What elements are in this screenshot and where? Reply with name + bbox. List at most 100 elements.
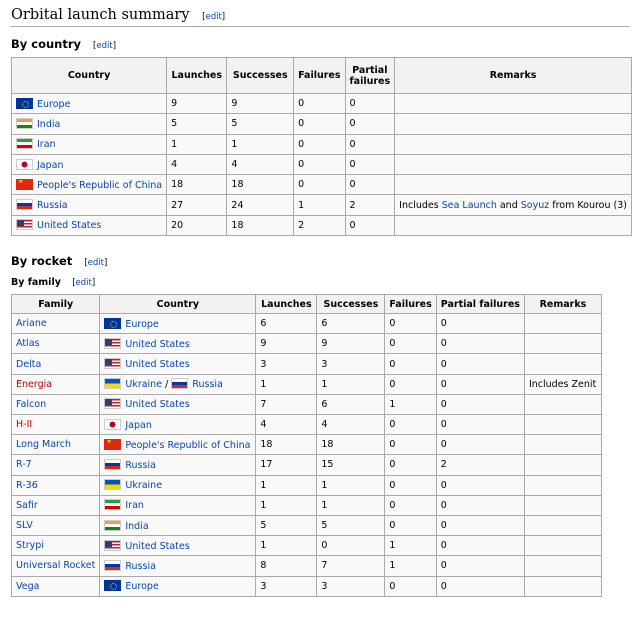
- family-link[interactable]: R-7: [16, 459, 32, 470]
- remarks-cell: [394, 133, 632, 155]
- country-cell: India: [99, 514, 257, 537]
- family-link[interactable]: R-36: [16, 480, 38, 491]
- table-row: Long March People's Republic of China 1818…: [10, 434, 602, 456]
- country-link[interactable]: United States: [125, 359, 189, 370]
- family-cell: Atlas: [10, 333, 101, 355]
- family-link[interactable]: Atlas: [16, 338, 39, 349]
- successes-cell: 3: [316, 575, 386, 597]
- flag-us-icon: [104, 358, 122, 370]
- flag-ua-icon: [104, 378, 122, 390]
- successes-cell: 1: [316, 474, 386, 496]
- family-link[interactable]: Delta: [16, 359, 41, 370]
- family-link[interactable]: Falcon: [16, 399, 46, 410]
- family-link[interactable]: Ariane: [16, 318, 47, 329]
- country-link[interactable]: India: [125, 521, 148, 532]
- country-link[interactable]: Ukraine: [125, 480, 162, 491]
- page-title: Orbital launch summary: [11, 7, 190, 23]
- failures-cell: 1: [384, 555, 437, 577]
- country-link[interactable]: Ukraine: [125, 379, 162, 390]
- remarks-cell: [523, 313, 602, 335]
- family-link[interactable]: SLV: [16, 520, 33, 531]
- soyuz-link[interactable]: Soyuz: [521, 200, 549, 211]
- family-link[interactable]: Vega: [16, 581, 39, 592]
- failures-cell: 0: [293, 174, 346, 196]
- table-row: Russia 27 24 1 2 Includes Sea Launch and Soyu…: [10, 194, 632, 216]
- partial-failures-cell: 0: [435, 555, 525, 577]
- country-link[interactable]: People's Republic of China: [37, 180, 162, 191]
- country-link[interactable]: India: [37, 119, 60, 130]
- family-table-header: Family Country Launches Successes Failur…: [10, 294, 602, 315]
- family-link[interactable]: Safir: [16, 500, 38, 511]
- partial-failures-cell: 0: [435, 494, 525, 516]
- remarks-cell: Includes Sea Launch and Soyuz from Kouro…: [394, 194, 632, 216]
- edit-link[interactable]: edit: [96, 41, 112, 51]
- launches-cell: 5: [166, 113, 228, 135]
- table-row: Strypi United States 1 0 1 0: [10, 535, 602, 557]
- edit-link[interactable]: edit: [88, 258, 104, 268]
- country-link[interactable]: Iran: [37, 139, 56, 150]
- successes-cell: 5: [226, 113, 295, 135]
- family-cell: Long March: [10, 434, 101, 456]
- country-link[interactable]: Europe: [37, 99, 70, 110]
- failures-cell: 0: [384, 474, 437, 496]
- family-link[interactable]: Universal Rocket: [16, 560, 95, 571]
- flag-eu-icon: [16, 97, 33, 109]
- sea-launch-link[interactable]: Sea Launch: [442, 200, 497, 211]
- family-cell: Universal Rocket: [10, 555, 101, 577]
- country-link[interactable]: People's Republic of China: [125, 440, 250, 451]
- country-link[interactable]: Russia: [125, 460, 156, 471]
- country-link[interactable]: United States: [125, 399, 189, 410]
- table-row: Japan 4 4 0 0: [10, 153, 632, 176]
- by-country-title: By country: [11, 37, 82, 51]
- partial-failures-cell: 0: [344, 174, 396, 196]
- country-link[interactable]: Russia: [125, 561, 156, 572]
- remarks-cell: [523, 333, 602, 355]
- edit-link[interactable]: edit: [76, 278, 92, 288]
- country-link[interactable]: United States: [125, 541, 189, 552]
- launches-cell: 17: [255, 454, 318, 476]
- successes-cell: 6: [316, 313, 386, 335]
- col-header-successes: Successes: [316, 294, 386, 315]
- country-cell: People's Republic of China: [10, 174, 168, 196]
- country-link[interactable]: Russia: [37, 200, 68, 211]
- country-link[interactable]: Europe: [125, 319, 158, 330]
- launches-cell: 8: [255, 555, 318, 577]
- section-heading-orbital-launch-summary: Orbital launch summary [edit]: [11, 5, 629, 27]
- flag-in-icon: [16, 117, 33, 129]
- launches-cell: 6: [255, 313, 318, 335]
- col-header-partial-failures: Partial failures: [344, 57, 396, 94]
- family-cell: Energia: [10, 373, 101, 395]
- family-link[interactable]: H-II: [16, 419, 32, 430]
- failures-cell: 0: [384, 313, 437, 335]
- partial-failures-cell: 2: [344, 194, 396, 216]
- country-link[interactable]: Europe: [125, 581, 158, 592]
- col-header-failures: Failures: [384, 294, 437, 315]
- failures-cell: 1: [384, 393, 437, 416]
- country-link[interactable]: Japan: [37, 160, 64, 171]
- remarks-cell: [523, 535, 602, 557]
- family-link[interactable]: Strypi: [16, 540, 44, 551]
- edit-link[interactable]: edit: [205, 12, 221, 22]
- failures-cell: 0: [293, 92, 346, 115]
- failures-cell: 0: [384, 575, 437, 597]
- country-link[interactable]: United States: [125, 339, 189, 350]
- flag-us-icon: [104, 539, 122, 551]
- family-cell: Strypi: [10, 535, 101, 557]
- country-link[interactable]: Russia: [192, 379, 223, 390]
- family-link[interactable]: Long March: [16, 439, 71, 450]
- country-link[interactable]: Iran: [125, 500, 144, 511]
- country-link[interactable]: United States: [37, 220, 101, 231]
- flag-us-icon: [104, 398, 122, 410]
- failures-cell: 0: [384, 414, 437, 436]
- country-cell: United States: [99, 393, 257, 416]
- failures-cell: 0: [384, 333, 437, 355]
- flag-ru-icon: [171, 378, 189, 390]
- partial-failures-cell: 0: [435, 393, 525, 416]
- partial-failures-cell: 0: [435, 373, 525, 395]
- family-link[interactable]: Energia: [16, 379, 52, 390]
- country-link[interactable]: Japan: [125, 420, 152, 431]
- partial-failures-cell: 0: [344, 133, 396, 155]
- table-row: R-7 Russia 17 15 0 2: [10, 454, 602, 476]
- remarks-cell: [523, 414, 602, 436]
- table-row: Energia Ukraine / Russia 1 1 0 0 Includes Zeni…: [10, 373, 602, 395]
